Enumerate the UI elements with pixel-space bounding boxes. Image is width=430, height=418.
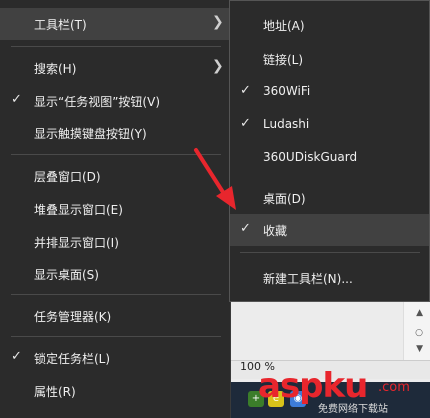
menu-item-task-manager[interactable]: 任务管理器(K): [0, 300, 230, 332]
checkmark-icon: ✓: [11, 92, 22, 107]
submenu-item-label: 桌面(D): [263, 192, 306, 206]
menu-item-properties[interactable]: 属性(R): [0, 375, 230, 407]
chevron-right-icon: ❯: [212, 14, 224, 30]
submenu-item-links[interactable]: 链接(L): [230, 43, 429, 75]
menu-item-show-desktop[interactable]: 显示桌面(S): [0, 258, 230, 290]
red-arrow-icon: [194, 148, 236, 210]
menu-item-task-view-button[interactable]: ✓ 显示“任务视图”按钮(V): [0, 85, 230, 117]
checkmark-icon: ✓: [11, 349, 22, 364]
menu-separator: [11, 46, 221, 47]
menu-item-touch-keyboard[interactable]: 显示触摸键盘按钮(Y): [0, 117, 230, 149]
submenu-item-ludashi[interactable]: ✓ Ludashi: [230, 109, 429, 141]
submenu-item-label: 360UDiskGuard: [263, 150, 358, 164]
menu-item-label: 堆叠显示窗口(E): [34, 203, 123, 217]
watermark-suffix: .com: [378, 380, 410, 395]
submenu-item-favorites[interactable]: ✓ 收藏: [230, 214, 429, 246]
watermark-logo: aspku: [258, 366, 368, 406]
menu-item-label: 显示“任务视图”按钮(V): [34, 95, 161, 109]
menu-item-label: 显示桌面(S): [34, 268, 99, 282]
scroll-option-icon[interactable]: ○: [415, 328, 423, 338]
menu-item-toolbars[interactable]: 工具栏(T) ❯: [0, 8, 230, 40]
menu-separator: [11, 294, 221, 295]
menu-item-label: 层叠窗口(D): [34, 170, 101, 184]
submenu-item-address[interactable]: 地址(A): [230, 9, 429, 41]
submenu-item-label: 新建工具栏(N)...: [263, 272, 353, 286]
menu-item-label: 属性(R): [34, 385, 76, 399]
menu-item-search[interactable]: 搜索(H) ❯: [0, 52, 230, 84]
submenu-item-desktop[interactable]: 桌面(D): [230, 182, 429, 214]
scroll-down-icon[interactable]: ▼: [416, 344, 423, 354]
submenu-item-label: 收藏: [263, 224, 288, 238]
menu-item-label: 搜索(H): [34, 62, 77, 76]
submenu-item-label: 360WiFi: [263, 84, 311, 98]
menu-separator: [11, 336, 221, 337]
menu-item-label: 任务管理器(K): [34, 310, 112, 324]
menu-item-label: 工具栏(T): [34, 18, 87, 32]
submenu-item-label: 链接(L): [263, 53, 304, 67]
background-scrollbar[interactable]: ▲ ○ ▼: [403, 302, 430, 362]
menu-item-side-by-side[interactable]: 并排显示窗口(I): [0, 226, 230, 258]
checkmark-icon: ✓: [240, 221, 251, 236]
submenu-item-360udiskguard[interactable]: 360UDiskGuard: [230, 142, 429, 174]
menu-item-label: 锁定任务栏(L): [34, 352, 111, 366]
menu-item-lock-taskbar[interactable]: ✓ 锁定任务栏(L): [0, 342, 230, 374]
submenu-item-label: 地址(A): [263, 19, 305, 33]
submenu-item-360wifi[interactable]: ✓ 360WiFi: [230, 76, 429, 108]
checkmark-icon: ✓: [240, 116, 251, 131]
menu-item-label: 并排显示窗口(I): [34, 236, 119, 250]
scroll-up-icon[interactable]: ▲: [416, 308, 423, 318]
submenu-item-label: Ludashi: [263, 117, 310, 131]
checkmark-icon: ✓: [240, 83, 251, 98]
menu-item-label: 显示触摸键盘按钮(Y): [34, 127, 147, 141]
chevron-right-icon: ❯: [212, 58, 224, 74]
submenu-item-new-toolbar[interactable]: 新建工具栏(N)...: [230, 262, 429, 294]
submenu-separator: [240, 252, 420, 253]
toolbars-submenu: 地址(A) 链接(L) ✓ 360WiFi ✓ Ludashi 360UDisk…: [229, 0, 430, 302]
